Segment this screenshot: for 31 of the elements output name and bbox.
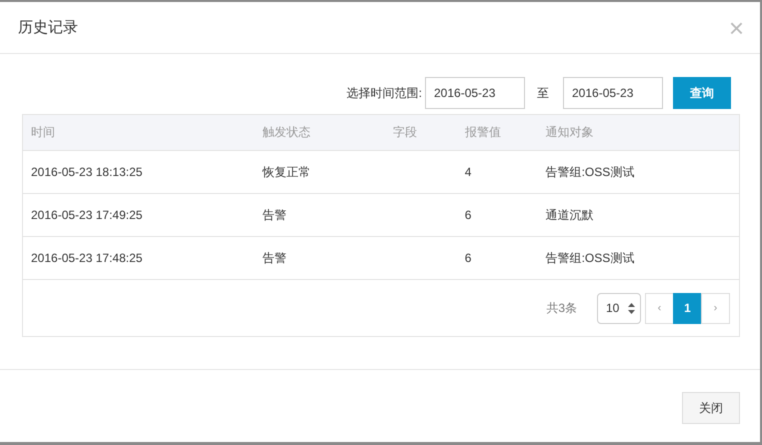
column-header: 通知对象 — [544, 124, 595, 141]
start-date-field[interactable]: 2016-05-23 — [425, 77, 525, 109]
range-separator: 至 — [537, 84, 549, 102]
next-page-button[interactable]: › — [701, 292, 730, 324]
table-cell-text: 2016-05-23 18:13:25 — [30, 165, 144, 179]
column-header: 报警值 — [464, 124, 502, 141]
previous-page-button[interactable]: ‹ — [645, 292, 674, 324]
close-button[interactable]: × — [728, 14, 744, 40]
table-cell-text: 6 — [464, 251, 472, 265]
table-cell-text: 2016-05-23 17:48:25 — [30, 251, 144, 265]
total-count: 共3条 — [546, 300, 577, 316]
column-header: 字段 — [392, 124, 418, 141]
table-cell-text: 恢复正常 — [261, 164, 312, 180]
table-cell-text: 告警 — [261, 250, 288, 266]
table-cell-text: 通道沉默 — [544, 206, 595, 224]
column-header: 时间 — [30, 124, 56, 141]
end-date-field[interactable]: 2016-05-23 — [563, 77, 663, 109]
page-button[interactable]: 1 — [673, 292, 702, 324]
close-dialog-button[interactable]: 关闭 — [682, 392, 740, 424]
date-range-label: 选择时间范围: — [346, 84, 422, 102]
table-cell-text: 告警组:OSS测试 — [544, 164, 636, 180]
table-cell-text: 4 — [464, 165, 472, 179]
query-button[interactable]: 查询 — [673, 77, 731, 109]
page-size-select[interactable]: 10 — [597, 292, 641, 324]
table-cell-text: 2016-05-23 17:49:25 — [30, 208, 144, 222]
table-cell-text: 告警组:OSS测试 — [544, 250, 636, 266]
table-cell-text: 告警 — [261, 206, 288, 224]
dialog-title: 历史记录 — [18, 18, 78, 37]
column-header: 触发状态 — [261, 124, 312, 141]
sort-arrows-icon — [628, 302, 635, 314]
table-cell-text: 6 — [464, 208, 472, 222]
